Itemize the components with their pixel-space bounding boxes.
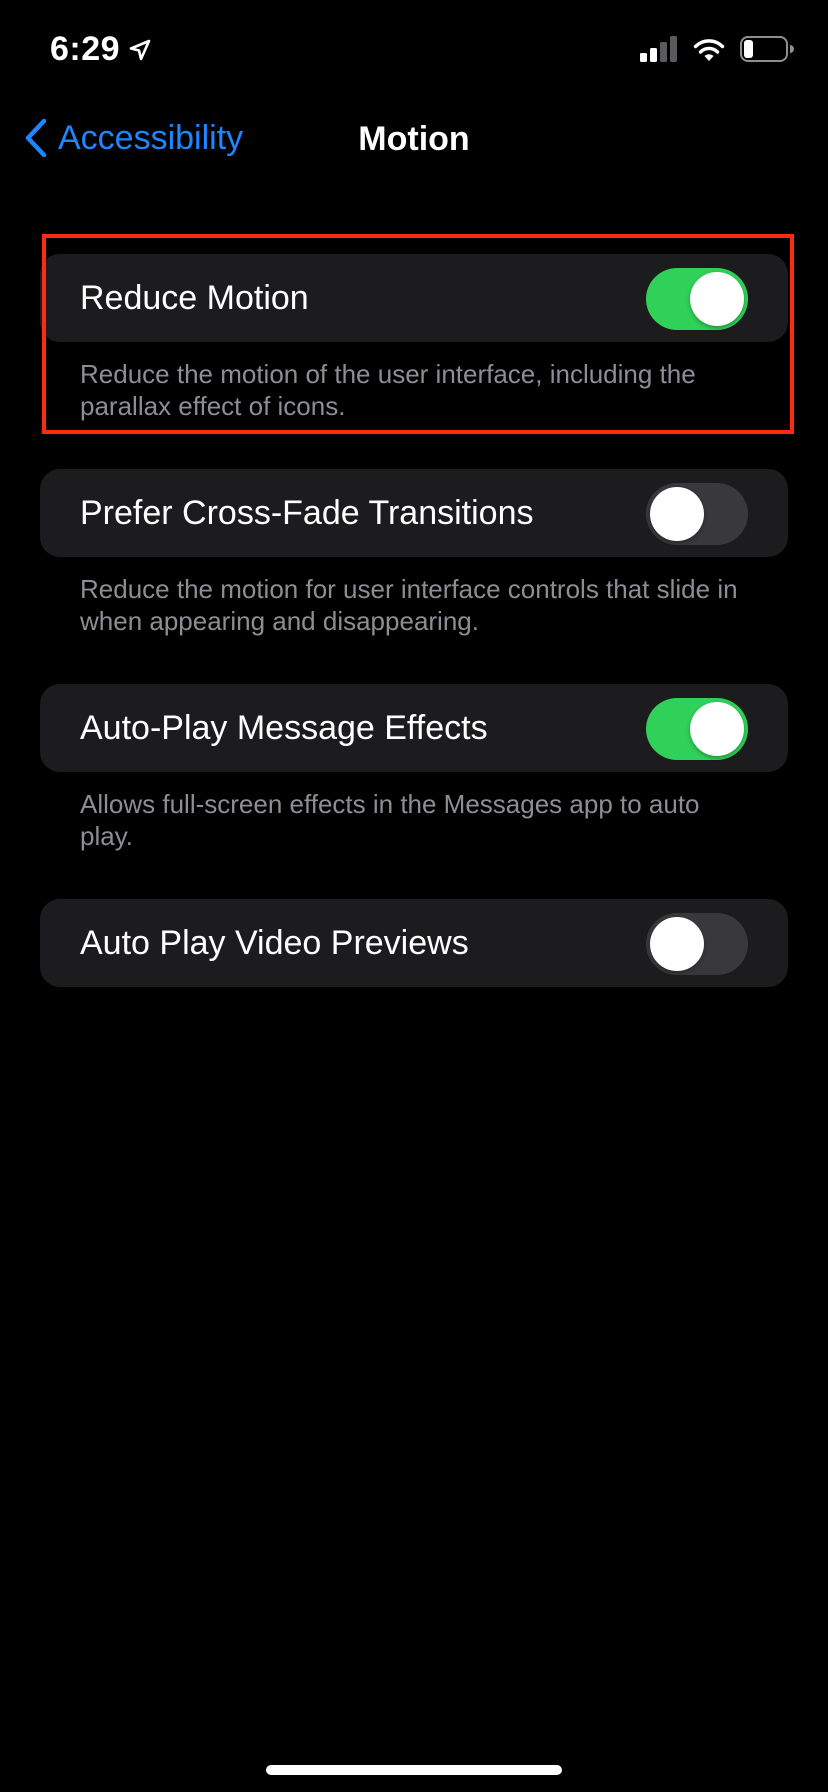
navigation-bar: Accessibility Motion [0,100,828,180]
toggle-knob [650,487,704,541]
setting-description: Reduce the motion of the user interface,… [80,359,696,421]
toggle-knob [690,272,744,326]
setting-description: Allows full-screen effects in the Messag… [80,789,700,851]
cellular-signal-icon [640,36,678,62]
setting-cell-reduce-motion: Reduce Motion [40,254,788,342]
setting-group-reduce-motion: Reduce Motion Reduce the motion of the u… [40,254,788,422]
status-icons [640,36,794,62]
wifi-icon [692,36,726,62]
setting-label: Auto-Play Message Effects [80,708,488,747]
reduce-motion-toggle[interactable] [646,268,748,330]
setting-label: Auto Play Video Previews [80,923,469,962]
setting-group-cross-fade: Prefer Cross-Fade Transitions Reduce the… [40,469,788,637]
toggle-knob [690,702,744,756]
home-indicator[interactable] [266,1765,562,1775]
setting-label: Prefer Cross-Fade Transitions [80,493,534,532]
setting-cell-video-previews: Auto Play Video Previews [40,899,788,987]
setting-description: Reduce the motion for user interface con… [80,574,738,636]
video-previews-toggle[interactable] [646,913,748,975]
setting-group-video-previews: Auto Play Video Previews [40,899,788,987]
location-arrow-icon [128,38,152,62]
setting-label: Reduce Motion [80,278,309,317]
status-time: 6:29 [50,30,121,68]
battery-low-icon [740,36,794,62]
toggle-knob [650,917,704,971]
cross-fade-toggle[interactable] [646,483,748,545]
setting-group-message-effects: Auto-Play Message Effects Allows full-sc… [40,684,788,852]
message-effects-toggle[interactable] [646,698,748,760]
setting-cell-cross-fade: Prefer Cross-Fade Transitions [40,469,788,557]
status-bar: 6:29 [0,0,828,100]
page-title: Motion [358,120,470,158]
setting-cell-message-effects: Auto-Play Message Effects [40,684,788,772]
status-time-group: 6:29 [50,30,152,69]
